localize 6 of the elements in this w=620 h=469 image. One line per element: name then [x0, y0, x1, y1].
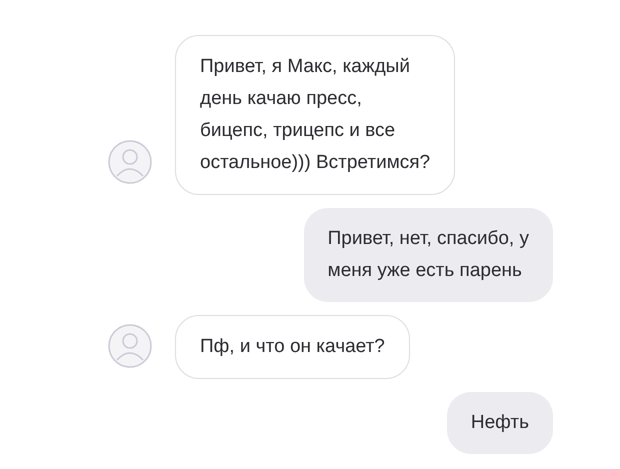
outgoing-message: Привет, нет, спасибо, у меня уже есть парень — [304, 208, 553, 302]
outgoing-message: Нефть — [446, 392, 553, 454]
avatar-icon — [108, 140, 152, 184]
incoming-message: Привет, я Макс, каждый день качаю пресс, бицепс, трицепс и все остальное))) Встретимся? — [175, 35, 456, 195]
avatar-icon — [108, 324, 152, 368]
incoming-message: Пф, и что он качает? — [175, 315, 410, 379]
